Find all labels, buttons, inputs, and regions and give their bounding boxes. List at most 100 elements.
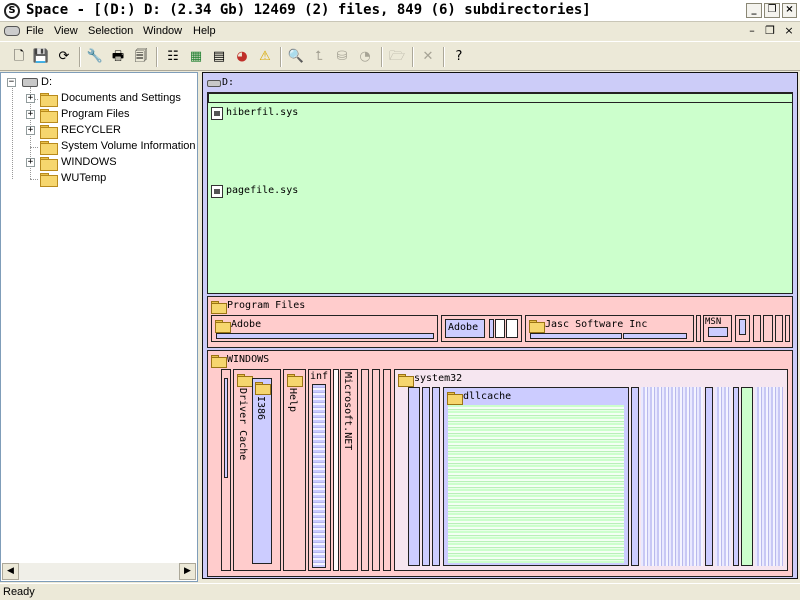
tree-view-icon[interactable]: ☷ — [162, 46, 184, 68]
disk-icon[interactable]: ⛁ — [331, 46, 353, 68]
subfolder-block[interactable] — [506, 319, 518, 338]
subfolder-block[interactable] — [733, 387, 739, 566]
folder-block[interactable] — [753, 315, 761, 342]
pie-chart-icon[interactable]: ◕ — [231, 46, 253, 68]
subfolder-block[interactable] — [530, 333, 622, 339]
refresh-icon[interactable]: ⟳ — [53, 46, 75, 68]
child-minimize-button[interactable]: – — [744, 24, 760, 38]
menu-help[interactable]: Help — [190, 24, 219, 38]
horizontal-scrollbar[interactable]: ◀ ▶ — [2, 563, 196, 580]
help-icon[interactable]: ? — [448, 46, 470, 68]
folder-block[interactable] — [785, 315, 790, 342]
folder-block-windows[interactable]: WINDOWS Driver Cache I386 Help inf Micro… — [207, 350, 793, 577]
toolbar: 🗋 💾 ⟳ 🔧 🖶 🗐 ☷ ▦ ▤ ◕ ⚠ 🔍 ⮤ ⛁ ◔ 🗁 ✕ ? — [0, 41, 800, 71]
file-label[interactable]: pagefile.sys — [226, 185, 298, 196]
folder-block-i386[interactable]: I386 — [252, 378, 272, 564]
wrench-icon[interactable]: 🔧 — [84, 46, 106, 68]
collapse-icon[interactable]: − — [7, 78, 16, 87]
folder-block[interactable] — [333, 369, 339, 571]
folder-block-jasc[interactable]: Jasc Software Inc — [525, 315, 694, 342]
tree-item-root[interactable]: − D: — [5, 75, 195, 91]
save-icon[interactable]: 💾 — [30, 46, 52, 68]
file-strips[interactable] — [641, 387, 703, 566]
folder-block[interactable] — [735, 315, 750, 342]
menu-file[interactable]: File — [23, 24, 47, 38]
folder-block-microsoft-net[interactable]: Microsoft.NET — [340, 369, 358, 571]
subfolder-block[interactable] — [422, 387, 430, 566]
subfolder-block[interactable]: Adobe — [445, 319, 485, 338]
folder-block[interactable] — [383, 369, 391, 571]
open-folder-icon[interactable]: 🗁 — [386, 46, 408, 68]
subfolder-block[interactable] — [432, 387, 440, 566]
close-button[interactable]: × — [782, 3, 797, 18]
file-strips[interactable] — [715, 387, 731, 566]
folder-icon — [447, 392, 463, 405]
folder-block-system32[interactable]: system32 dllcache — [394, 369, 788, 571]
subfolder-block[interactable] — [489, 319, 494, 338]
menu-window[interactable]: Window — [140, 24, 185, 38]
print-icon[interactable]: 🖶 — [107, 46, 129, 68]
tree-item[interactable]: + Documents and Settings — [21, 91, 196, 107]
subfolder-block[interactable] — [224, 378, 228, 478]
files-block[interactable]: hiberfil.sys pagefile.sys — [207, 92, 793, 294]
folder-block[interactable] — [361, 369, 369, 571]
up-icon[interactable]: ⮤ — [308, 46, 330, 68]
document-icon[interactable] — [4, 26, 20, 36]
expand-icon[interactable]: + — [26, 110, 35, 119]
menu-selection[interactable]: Selection — [85, 24, 136, 38]
file-label[interactable]: hiberfil.sys — [226, 107, 298, 118]
expand-icon[interactable]: + — [26, 94, 35, 103]
tree-line — [30, 179, 38, 180]
tree-item[interactable]: + WINDOWS — [21, 155, 196, 171]
folder-block-inf[interactable]: inf — [308, 369, 331, 571]
zoom-icon[interactable]: 🔍 — [285, 46, 307, 68]
subfolder-block[interactable] — [705, 387, 713, 566]
menu-view[interactable]: View — [51, 24, 81, 38]
folder-block[interactable] — [763, 315, 773, 342]
file-strips[interactable] — [448, 405, 624, 563]
subfolder-block[interactable] — [739, 319, 746, 335]
tree-item[interactable]: + RECYCLER — [21, 123, 196, 139]
subfolder-block[interactable] — [216, 333, 434, 339]
table-view-icon[interactable]: ▤ — [208, 46, 230, 68]
folder-block-msn[interactable]: MSN — [703, 315, 732, 342]
warning-icon[interactable]: ⚠ — [254, 46, 276, 68]
folder-block-dllcache[interactable]: dllcache — [443, 387, 629, 566]
folder-block[interactable] — [775, 315, 783, 342]
folder-block-help[interactable]: Help — [283, 369, 306, 571]
expand-icon[interactable]: + — [26, 158, 35, 167]
subfolder-block[interactable] — [495, 319, 505, 338]
app-icon[interactable]: S — [4, 3, 20, 19]
folder-block-driver-cache[interactable]: Driver Cache I386 — [233, 369, 281, 571]
scroll-right-icon[interactable]: ▶ — [179, 563, 196, 580]
file-strips[interactable] — [755, 387, 783, 566]
folder-block[interactable] — [372, 369, 380, 571]
minimize-button[interactable]: _ — [746, 3, 762, 18]
delete-icon[interactable]: ✕ — [417, 46, 439, 68]
treemap-root[interactable]: D: hiberfil.sys pagefile.sys Program Fil… — [202, 72, 798, 579]
folder-block-adobe-2[interactable]: Adobe — [441, 315, 522, 342]
folder-block-adobe[interactable]: Adobe — [211, 315, 438, 342]
gauge-icon[interactable]: ◔ — [354, 46, 376, 68]
scroll-left-icon[interactable]: ◀ — [2, 563, 19, 580]
subfolder-block[interactable] — [623, 333, 687, 339]
tree-item[interactable]: System Volume Information — [21, 139, 196, 155]
folder-tree[interactable]: − D: + Documents and Settings + Program … — [0, 72, 198, 582]
folder-block[interactable] — [696, 315, 701, 342]
file-block[interactable] — [741, 387, 753, 566]
child-restore-button[interactable]: ❐ — [762, 24, 778, 38]
subfolder-block[interactable] — [631, 387, 639, 566]
folder-block-program-files[interactable]: Program Files Adobe Adobe Jasc Software … — [207, 296, 793, 348]
tree-item[interactable]: WUTemp — [21, 171, 196, 187]
tree-item[interactable]: + Program Files — [21, 107, 196, 123]
print-preview-icon[interactable]: 🗐 — [130, 46, 152, 68]
child-close-button[interactable]: × — [781, 24, 797, 38]
restore-button[interactable]: ❐ — [764, 3, 780, 18]
map-view-icon[interactable]: ▦ — [185, 46, 207, 68]
subfolder-block[interactable] — [408, 387, 420, 566]
new-icon[interactable]: 🗋 — [8, 46, 30, 68]
expand-icon[interactable]: + — [26, 126, 35, 135]
folder-block[interactable] — [221, 369, 231, 571]
file-strips[interactable] — [312, 384, 326, 568]
subfolder-block[interactable] — [708, 327, 728, 337]
